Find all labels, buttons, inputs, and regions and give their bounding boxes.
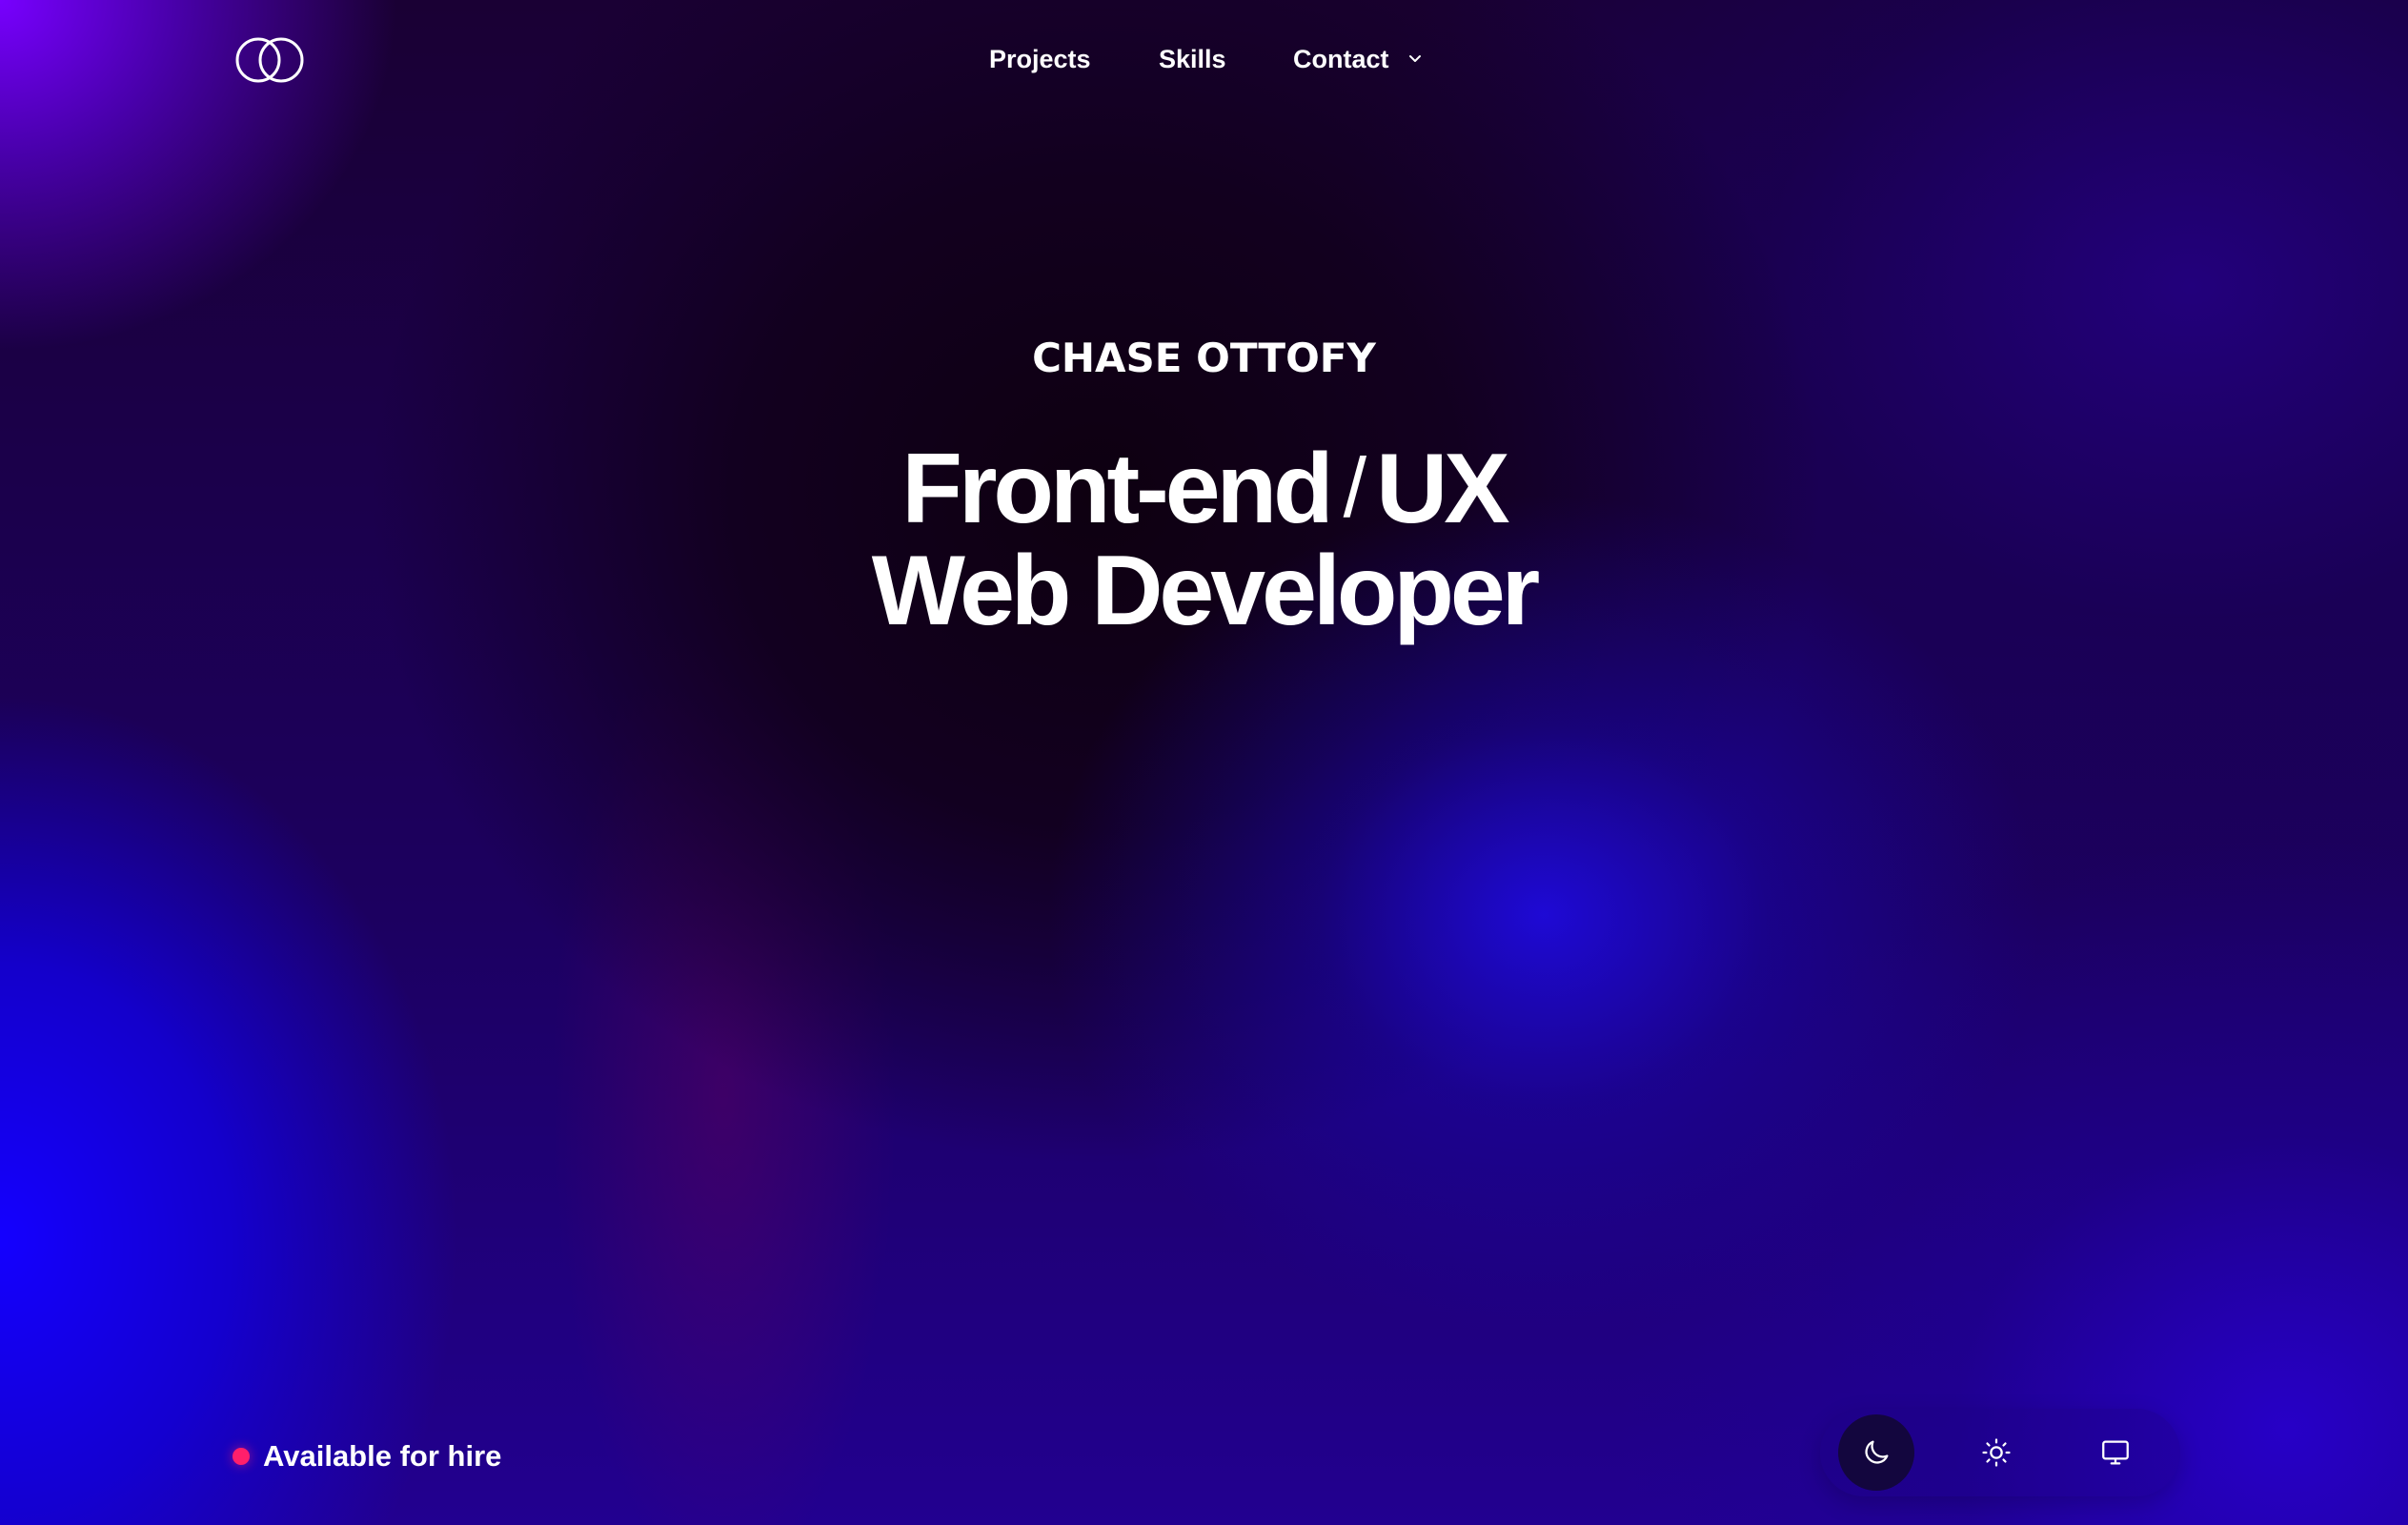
hero-title-frontend: Front-end: [901, 434, 1333, 544]
theme-system-button[interactable]: [2077, 1414, 2154, 1491]
theme-switcher: [1820, 1409, 2180, 1496]
availability-status: Available for hire: [233, 1437, 501, 1475]
hero-title: Front-end / UX Web Developer: [0, 439, 2408, 646]
nav-contact-dropdown[interactable]: Contact: [1293, 40, 1426, 78]
nav-contact-label: Contact: [1293, 45, 1389, 73]
theme-dark-button[interactable]: [1838, 1414, 1914, 1491]
availability-label: Available for hire: [263, 1439, 502, 1473]
hero-title-ux: UX: [1376, 434, 1509, 544]
gradient-background: [0, 0, 2408, 1525]
moon-icon: [1865, 1440, 1889, 1464]
hero-title-line-1: Front-end / UX: [0, 439, 2408, 542]
status-dot: [233, 1448, 250, 1465]
chevron-down-icon: [1408, 54, 1421, 62]
hero-title-separator: /: [1343, 440, 1367, 535]
main-nav: Projects Skills Contact: [0, 40, 2408, 78]
theme-light-button[interactable]: [1958, 1414, 2034, 1491]
nav-skills-link[interactable]: Skills: [1159, 40, 1226, 78]
hero-title-line-2: Web Developer: [871, 536, 1540, 646]
sun-icon: [1982, 1438, 2011, 1467]
hero-name: CHASE OTTOFY: [1032, 335, 1376, 381]
monitor-icon: [2102, 1440, 2129, 1465]
nav-projects-link[interactable]: Projects: [989, 40, 1091, 78]
